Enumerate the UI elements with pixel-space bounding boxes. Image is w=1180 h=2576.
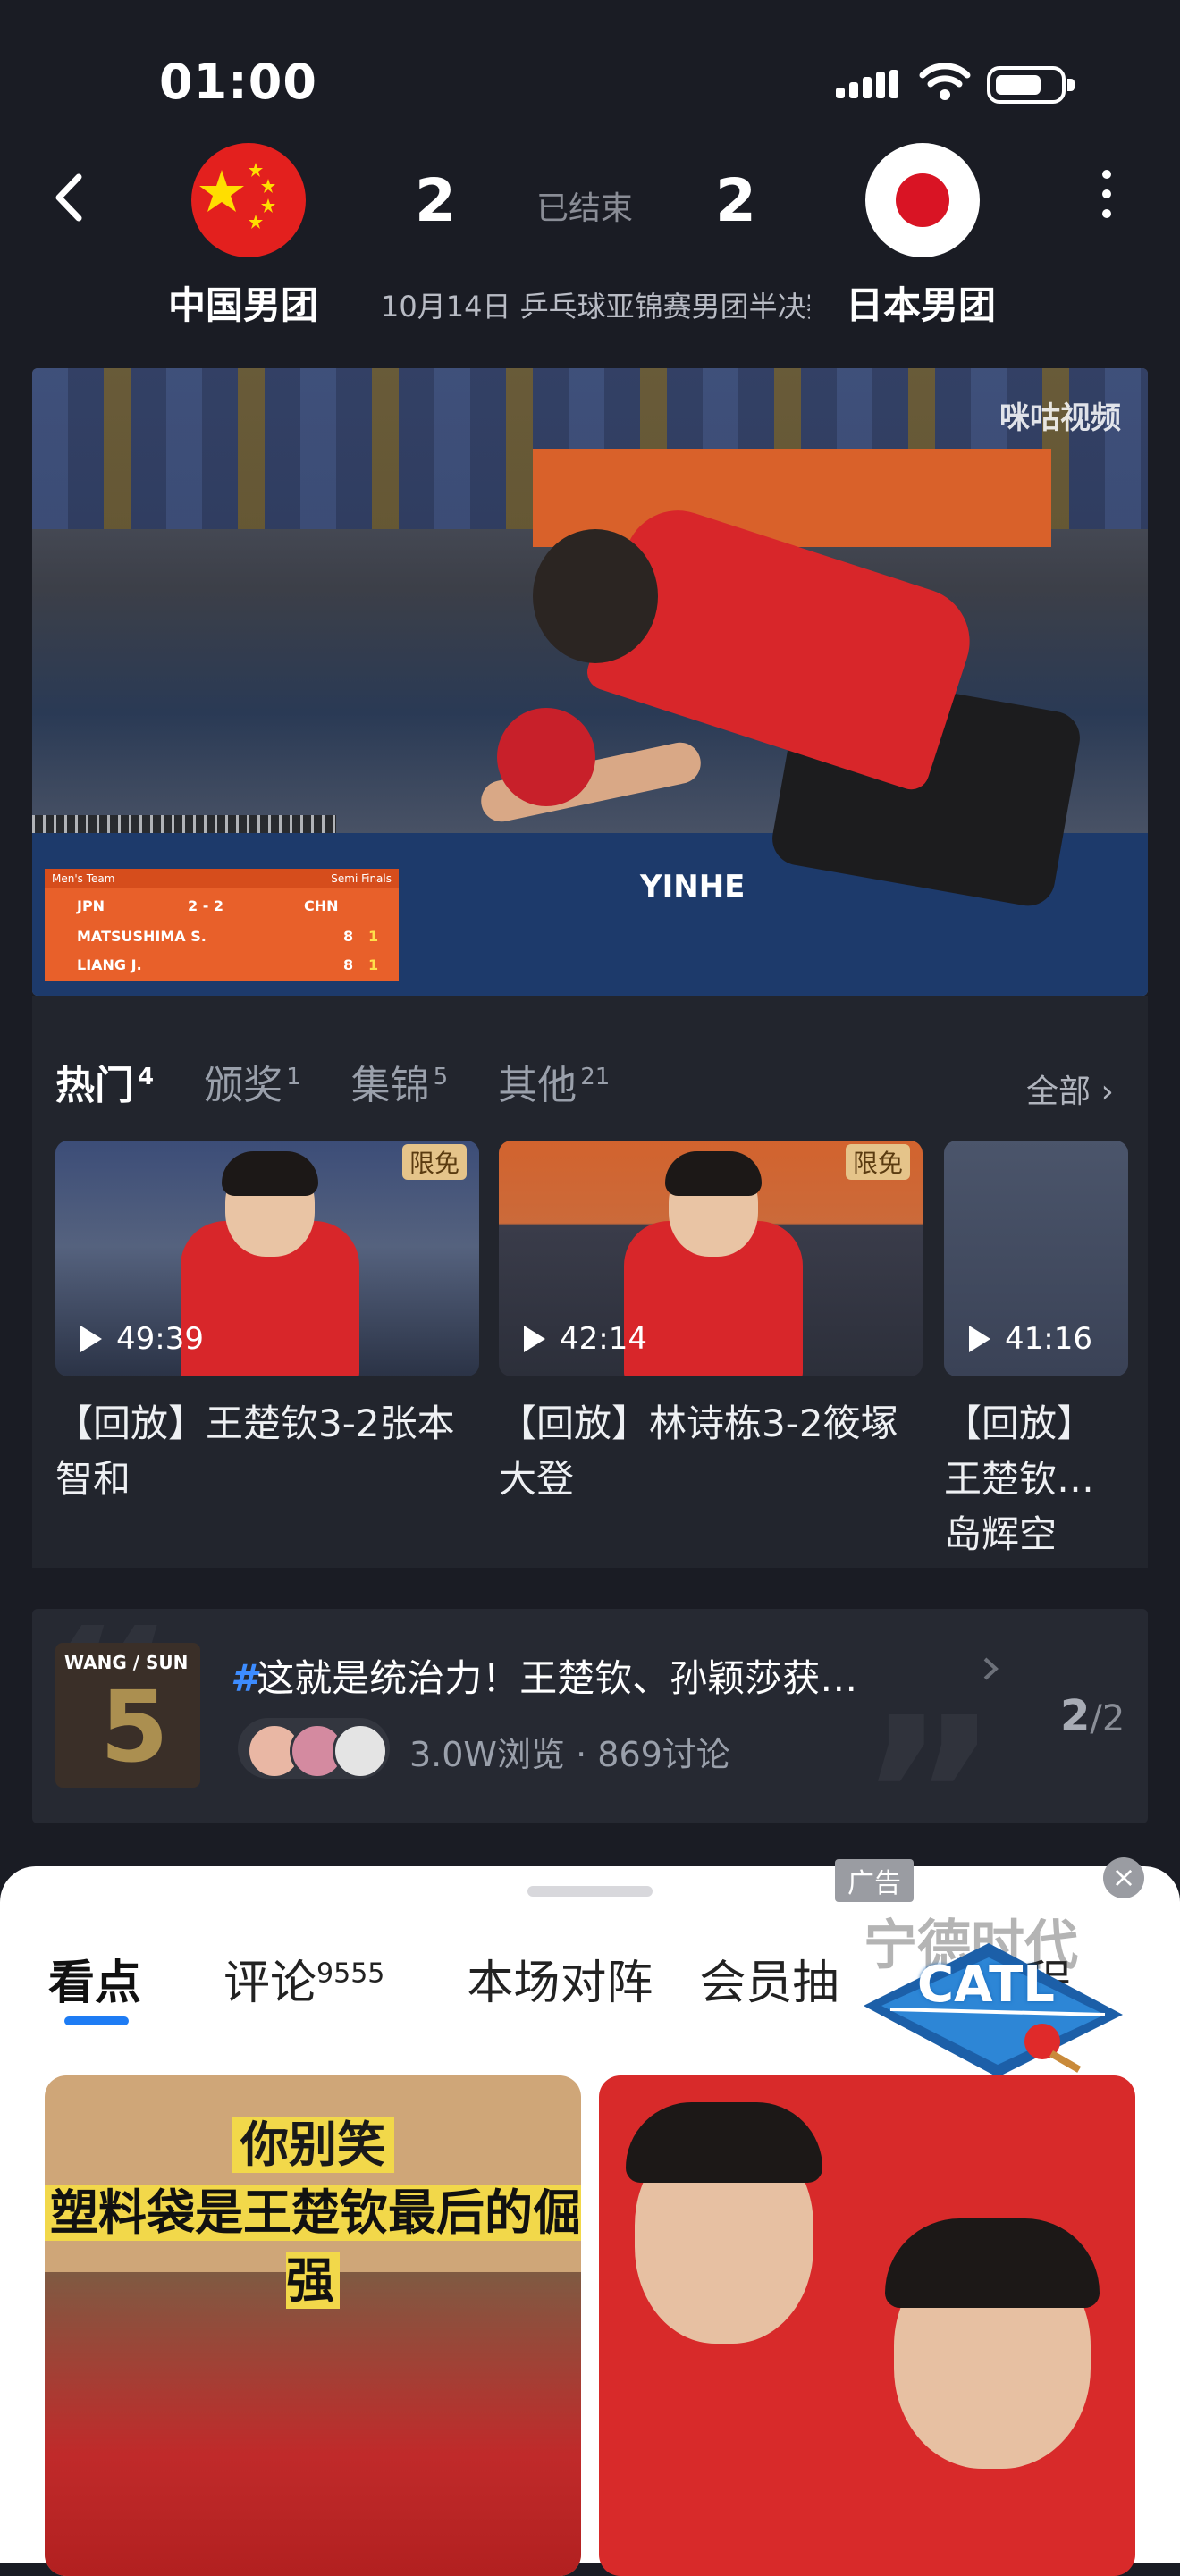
video-thumbnail[interactable]: 限免 42:14: [499, 1141, 923, 1376]
topic-image: WANG / SUN 5: [55, 1643, 200, 1788]
tab-other[interactable]: 其他 21: [498, 1053, 610, 1110]
tab-lineup[interactable]: 本场对阵: [467, 1945, 653, 2012]
wifi-icon: [919, 63, 971, 100]
china-flag-icon: [191, 143, 306, 257]
hashtag-icon: #: [231, 1656, 257, 1700]
japan-flag-icon: [865, 143, 980, 257]
play-icon: [969, 1326, 990, 1352]
tab-comments[interactable]: 评论9555: [223, 1945, 384, 2012]
video-card[interactable]: 限免 42:14 【回放】林诗栋3-2筱塚大登: [499, 1141, 923, 1507]
home-score: 2: [415, 166, 456, 235]
topic-title[interactable]: #这就是统治力！王楚钦、孙颖莎获…: [231, 1648, 857, 1703]
match-status: 已结束: [536, 190, 634, 227]
video-player[interactable]: YINHE 咪咕视频 Men's Team Semi Finals JPN 2 …: [32, 368, 1148, 996]
video-card[interactable]: 41:16 【回放】王楚钦…岛辉空: [944, 1141, 1128, 1562]
tab-highlights-view[interactable]: 看点: [48, 1945, 141, 2012]
video-duration: 49:39: [116, 1321, 204, 1357]
score-player-2-games: 8: [343, 955, 354, 973]
chevron-right-icon[interactable]: [982, 1655, 999, 1682]
score-player-2: LIANG J.: [77, 955, 142, 973]
avatar: [333, 1723, 388, 1779]
video-thumbnail[interactable]: 41:16: [944, 1141, 1128, 1376]
cellular-signal-icon: [836, 70, 898, 98]
video-title[interactable]: 【回放】王楚钦…岛辉空: [944, 1396, 1128, 1562]
topic-stats: 3.0W浏览 · 869讨论: [409, 1735, 730, 1774]
table-brand: YINHE: [640, 869, 746, 905]
tab-highlights[interactable]: 集锦 5: [351, 1053, 449, 1110]
video-duration: 42:14: [560, 1321, 647, 1357]
active-tab-indicator: [64, 2016, 129, 2025]
play-icon: [80, 1326, 102, 1352]
score-overlay: Men's Team Semi Finals JPN 2 - 2 CHN MAT…: [45, 869, 399, 981]
tab-member-draw[interactable]: 会员抽: [699, 1945, 839, 2012]
participant-avatars: [238, 1718, 390, 1779]
battery-icon: [987, 66, 1075, 104]
score-player-1: MATSUSHIMA S.: [77, 927, 206, 945]
video-duration: 41:16: [1005, 1321, 1092, 1357]
paddle-image: [497, 708, 595, 806]
free-badge: 限免: [845, 1144, 910, 1180]
back-icon[interactable]: [52, 172, 88, 223]
ad-brand: CATL: [917, 1956, 1055, 2014]
free-badge: 限免: [401, 1144, 467, 1180]
topic-pager: 2/2: [1060, 1691, 1125, 1741]
match-info: 10月14日 乒乓球亚锦赛男团半决赛: [381, 290, 810, 324]
ad-tag: 广告: [835, 1859, 914, 1902]
tab-award[interactable]: 颁奖 1: [204, 1053, 301, 1110]
home-team-name: 中国男团: [168, 283, 319, 327]
score-player-1-sets: 1: [368, 927, 379, 945]
away-score: 2: [715, 166, 756, 235]
score-player-1-games: 8: [343, 927, 354, 945]
feed-card[interactable]: [599, 2075, 1135, 2576]
feed-caption: 你别笑 塑料袋是王楚钦最后的倔强: [45, 2111, 581, 2315]
away-team-name: 日本男团: [846, 283, 997, 327]
status-time: 01:00: [159, 54, 317, 110]
feed-card[interactable]: 你别笑 塑料袋是王楚钦最后的倔强: [45, 2075, 581, 2576]
score-header-right: Semi Finals: [331, 872, 392, 885]
video-card[interactable]: 限免 49:39 【回放】王楚钦3-2张本智和: [55, 1141, 479, 1507]
catl-ad-logo[interactable]: 宁德时代 CATL: [864, 1907, 1123, 2104]
video-title[interactable]: 【回放】王楚钦3-2张本智和: [55, 1396, 479, 1507]
score-team-score: 2 - 2: [188, 897, 224, 914]
play-icon: [524, 1326, 545, 1352]
video-watermark: 咪咕视频: [999, 400, 1121, 436]
sheet-drag-handle[interactable]: [527, 1886, 653, 1897]
video-title[interactable]: 【回放】林诗栋3-2筱塚大登: [499, 1396, 923, 1507]
score-player-2-sets: 1: [368, 955, 379, 973]
view-all-button[interactable]: 全部 ›: [1026, 1065, 1114, 1112]
close-ad-icon[interactable]: ×: [1103, 1857, 1144, 1898]
score-team-b: CHN: [304, 897, 339, 914]
more-options-icon[interactable]: [1100, 170, 1114, 223]
tab-hot[interactable]: 热门 4: [55, 1053, 154, 1110]
score-header-left: Men's Team: [52, 872, 115, 885]
video-thumbnail[interactable]: 限免 49:39: [55, 1141, 479, 1376]
score-team-a: JPN: [77, 897, 105, 914]
highlight-tabs: 热门 4 颁奖 1 集锦 5 其他 21: [55, 1053, 610, 1110]
